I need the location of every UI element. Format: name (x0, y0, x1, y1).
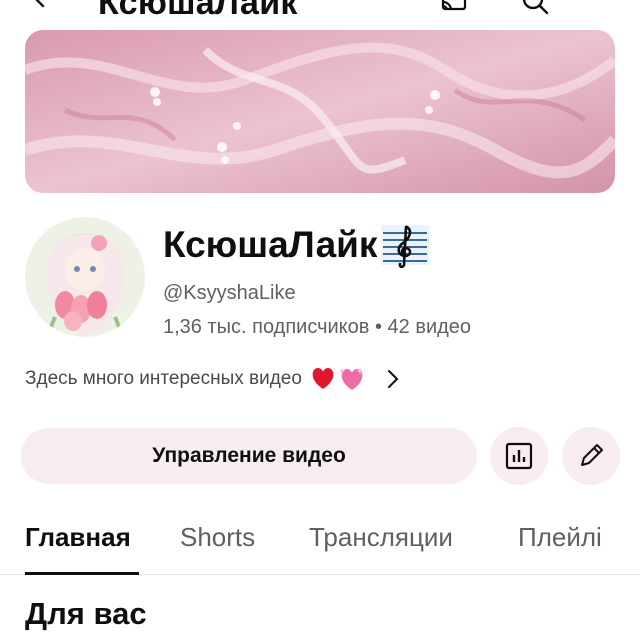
channel-name: КсюшаЛайк (163, 220, 431, 270)
section-title: Для вас (25, 596, 147, 631)
red-heart-icon (312, 368, 334, 389)
manage-videos-button[interactable]: Управление видео (21, 428, 477, 484)
tab-playlists[interactable]: Плейлі (518, 522, 602, 553)
tab-live[interactable]: Трансляции (309, 522, 453, 553)
channel-name-text: КсюшаЛайк (163, 224, 378, 265)
chevron-right-icon[interactable] (386, 368, 400, 390)
pencil-icon (581, 444, 603, 466)
treble-clef-icon (381, 225, 430, 269)
channel-avatar[interactable] (25, 217, 145, 337)
channel-tabs: Главная Shorts Трансляции Плейлі (0, 510, 640, 575)
topbar-title: КсюшаЛайк (98, 0, 298, 22)
channel-handle: @KsyyshaLike (163, 282, 296, 304)
analytics-icon (505, 442, 533, 470)
edit-channel-button[interactable] (562, 427, 620, 485)
channel-stats: 1,36 тыс. подписчиков • 42 видео (163, 316, 472, 338)
analytics-button[interactable] (490, 427, 548, 485)
channel-description[interactable]: Здесь много интересных видео (25, 366, 400, 392)
active-tab-indicator (25, 572, 139, 575)
search-icon[interactable] (520, 0, 550, 16)
top-bar: КсюшаЛайк (0, 0, 640, 22)
cast-icon[interactable] (440, 0, 468, 16)
sparkling-heart-icon (338, 367, 364, 390)
tab-home[interactable]: Главная (25, 522, 131, 553)
description-text: Здесь много интересных видео (25, 368, 302, 389)
channel-banner (25, 30, 615, 193)
tab-shorts[interactable]: Shorts (180, 522, 255, 553)
back-arrow-icon[interactable] (28, 0, 52, 10)
more-vertical-icon[interactable] (594, 0, 610, 16)
